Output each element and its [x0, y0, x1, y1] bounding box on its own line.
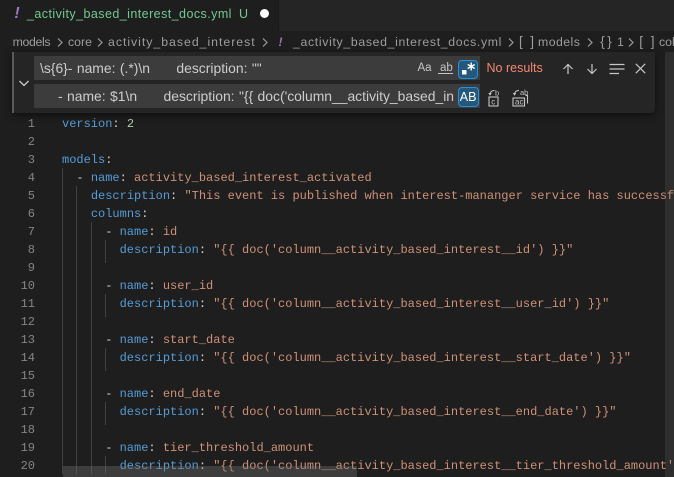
svg-text:c: c — [491, 97, 495, 106]
svg-text:ac: ac — [515, 98, 523, 107]
svg-text:b: b — [495, 89, 499, 98]
